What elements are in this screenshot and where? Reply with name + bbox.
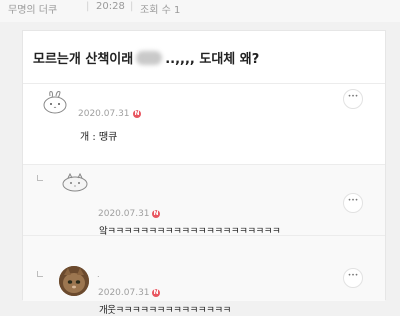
meta-separator: | — [86, 1, 90, 12]
new-badge: N — [133, 110, 141, 118]
reply-comment-item: 2020.07.31 N ••• 앜ㅋㅋㅋㅋㅋㅋㅋㅋㅋㅋㅋㅋㅋㅋㅋㅋㅋㅋㅋㅋㅋ — [23, 165, 385, 237]
reply-indicator-icon — [37, 271, 43, 277]
post-meta-bar: 무명의 더쿠 | 20:28 | 조회 수 1 — [0, 0, 400, 22]
post-title-part2: ..,,,, 도대체 왜? — [165, 52, 260, 67]
post-title-row: 모르는개 산책이래 ..,,,, 도대체 왜? — [23, 31, 385, 84]
comment-item: 2020.07.31 N ••• 개 : 땡큐 — [23, 84, 385, 165]
meta-separator: | — [130, 1, 134, 12]
post-title-part1: 모르는개 산책이래 — [33, 52, 134, 67]
author-name: 무명의 더쿠 — [8, 5, 58, 16]
comment-date: 2020.07.31 — [98, 209, 150, 219]
blurred-word — [136, 51, 163, 65]
bunny-doodle-avatar[interactable] — [40, 90, 70, 116]
new-badge: N — [152, 210, 160, 218]
cat-photo-avatar[interactable] — [59, 266, 89, 296]
more-options-button[interactable]: ••• — [343, 193, 363, 213]
commenter-name: . — [97, 270, 100, 279]
reply-comment-item: . 2020.07.31 N ••• 개웃ㅋㅋㅋㅋㅋㅋㅋㅋㅋㅋㅋㅋㅋㅋ — [23, 236, 385, 316]
reply-indicator-icon — [37, 175, 43, 181]
comment-date: 2020.07.31 — [78, 109, 130, 119]
more-options-button[interactable]: ••• — [343, 268, 363, 288]
post-time: 20:28 — [96, 1, 125, 12]
comment-text: 개 : 땡큐 — [80, 132, 118, 143]
new-badge: N — [152, 289, 160, 297]
comment-text: 개웃ㅋㅋㅋㅋㅋㅋㅋㅋㅋㅋㅋㅋㅋㅋ — [99, 305, 231, 316]
view-count: 조회 수 1 — [140, 5, 181, 16]
comment-date: 2020.07.31 — [98, 288, 150, 298]
post-title: 모르는개 산책이래 ..,,,, 도대체 왜? — [33, 48, 259, 67]
animal-doodle-avatar[interactable] — [59, 169, 91, 195]
comment-text: 앜ㅋㅋㅋㅋㅋㅋㅋㅋㅋㅋㅋㅋㅋㅋㅋㅋㅋㅋㅋㅋㅋ — [99, 226, 281, 237]
comment-thread-card: 모르는개 산책이래 ..,,,, 도대체 왜? 2020.07.31 N ••• … — [22, 30, 386, 316]
more-options-button[interactable]: ••• — [343, 89, 363, 109]
